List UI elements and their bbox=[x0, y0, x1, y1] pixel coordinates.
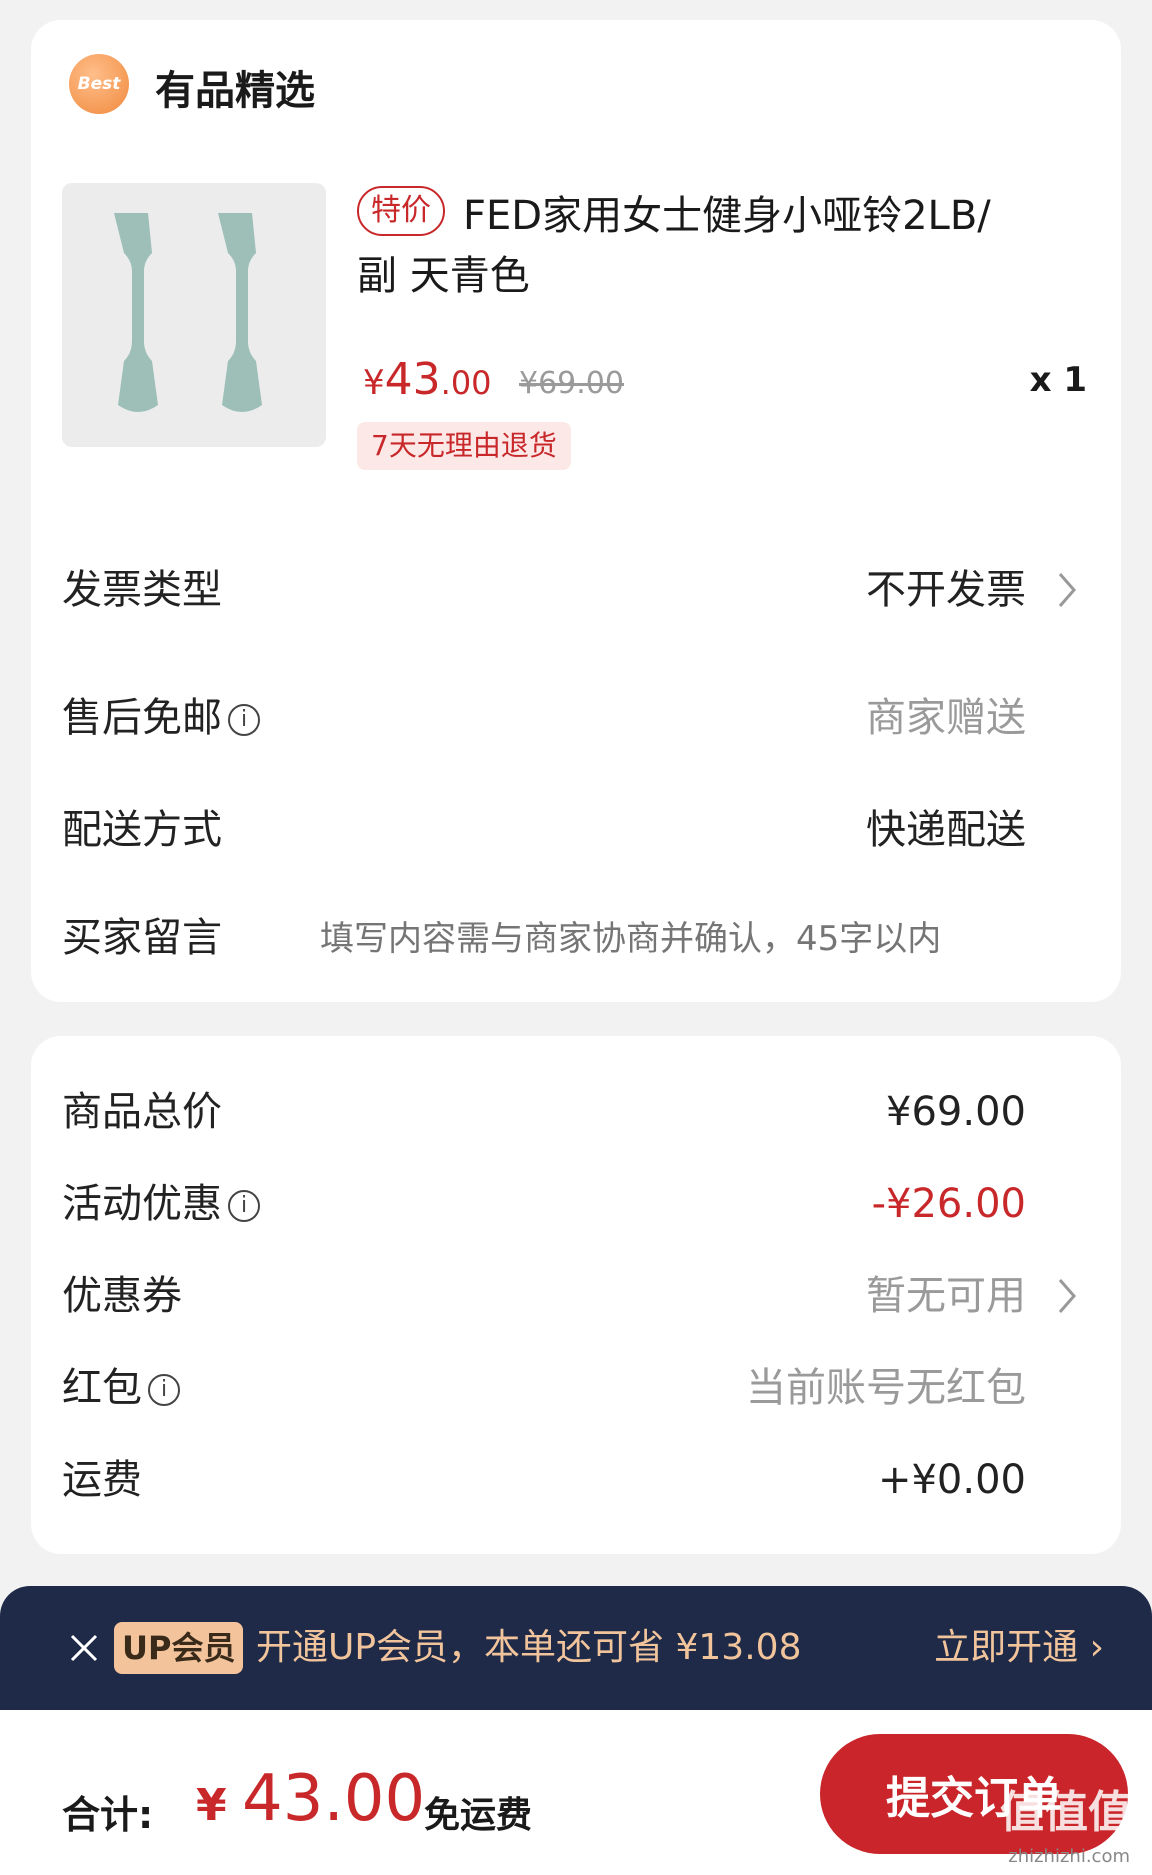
special-price-tag: 特价 bbox=[357, 186, 445, 236]
up-member-banner: UP会员 开通UP会员，本单还可省 ¥13.08 立即开通 › bbox=[0, 1586, 1152, 1710]
delivery-label: 配送方式 bbox=[62, 807, 222, 853]
dumbbell-icon bbox=[114, 213, 262, 412]
coupon-row[interactable]: 优惠券 暂无可用 bbox=[62, 1266, 1090, 1326]
info-icon[interactable]: i bbox=[228, 704, 260, 736]
close-icon[interactable] bbox=[64, 1628, 104, 1668]
buyer-message-label: 买家留言 bbox=[62, 915, 222, 961]
chevron-right-icon bbox=[1058, 573, 1076, 607]
total-label: 合计: bbox=[62, 1793, 154, 1837]
free-shipping-label: 免运费 bbox=[424, 1795, 533, 1836]
return-shipping-row: 售后免邮 i 商家赠送 bbox=[62, 688, 1090, 748]
invoice-value: 不开发票 bbox=[866, 567, 1026, 613]
checkout-bar: 合计: ¥ 43.00 免运费 提交订单 bbox=[0, 1710, 1152, 1875]
delivery-row: 配送方式 快递配送 bbox=[62, 800, 1090, 860]
product-image[interactable] bbox=[62, 183, 326, 447]
shipping-fee-row: 运费 +¥0.00 bbox=[62, 1450, 1090, 1510]
shop-title: 有品精选 bbox=[155, 68, 315, 114]
delivery-value: 快递配送 bbox=[866, 807, 1026, 853]
shipping-fee-label: 运费 bbox=[62, 1457, 142, 1503]
promotion-value: -¥26.00 bbox=[871, 1181, 1026, 1227]
original-price: ¥69.00 bbox=[519, 366, 624, 401]
order-card: Best 有品精选 FED家用女士健身小哑铃2LB/副 天青色 特价 ¥43.0… bbox=[31, 20, 1121, 1002]
info-icon[interactable]: i bbox=[228, 1190, 260, 1222]
best-badge-icon: Best bbox=[69, 54, 129, 114]
promotion-label: 活动优惠 bbox=[62, 1181, 222, 1227]
open-up-member-button[interactable]: 立即开通 › bbox=[934, 1620, 1104, 1676]
coupon-label: 优惠券 bbox=[62, 1273, 182, 1319]
red-packet-row: 红包 i 当前账号无红包 bbox=[62, 1358, 1090, 1418]
watermark-url: zhizhizhi.com bbox=[1008, 1846, 1130, 1867]
total-amount: 43.00 bbox=[242, 1762, 426, 1836]
promotion-row: 活动优惠 i -¥26.00 bbox=[62, 1174, 1090, 1234]
up-member-badge: UP会员 bbox=[114, 1622, 244, 1674]
watermark-logo: 值值值 bbox=[1000, 1787, 1132, 1838]
price-symbol: ¥ bbox=[363, 363, 385, 403]
price-summary-card: 商品总价 ¥69.00 活动优惠 i -¥26.00 优惠券 暂无可用 红包 i 当… bbox=[31, 1036, 1121, 1554]
price-integer: 43 bbox=[384, 354, 441, 405]
invoice-label: 发票类型 bbox=[62, 567, 222, 613]
up-member-text: 开通UP会员，本单还可省 ¥13.08 bbox=[256, 1627, 802, 1668]
subtotal-value: ¥69.00 bbox=[886, 1089, 1026, 1135]
invoice-row[interactable]: 发票类型 不开发票 bbox=[62, 560, 1090, 620]
total-symbol: ¥ bbox=[196, 1780, 227, 1831]
subtotal-row: 商品总价 ¥69.00 bbox=[62, 1082, 1090, 1142]
price-decimal: .00 bbox=[440, 364, 492, 402]
buyer-message-input[interactable] bbox=[318, 908, 1090, 970]
coupon-value: 暂无可用 bbox=[866, 1273, 1026, 1319]
info-icon[interactable]: i bbox=[148, 1374, 180, 1406]
red-packet-value: 当前账号无红包 bbox=[746, 1365, 1026, 1411]
return-policy-tag: 7天无理由退货 bbox=[357, 422, 571, 470]
subtotal-label: 商品总价 bbox=[62, 1089, 222, 1135]
return-shipping-label: 售后免邮 bbox=[62, 695, 222, 741]
return-shipping-value: 商家赠送 bbox=[866, 695, 1026, 741]
chevron-right-icon bbox=[1058, 1279, 1076, 1313]
quantity: x 1 bbox=[1029, 360, 1087, 400]
product-name[interactable]: FED家用女士健身小哑铃2LB/副 天青色 bbox=[357, 186, 997, 306]
product-price: ¥43.00 bbox=[363, 354, 492, 405]
red-packet-label: 红包 bbox=[62, 1365, 142, 1411]
shipping-fee-value: +¥0.00 bbox=[877, 1457, 1026, 1503]
buyer-message-row: 买家留言 bbox=[62, 908, 1090, 970]
